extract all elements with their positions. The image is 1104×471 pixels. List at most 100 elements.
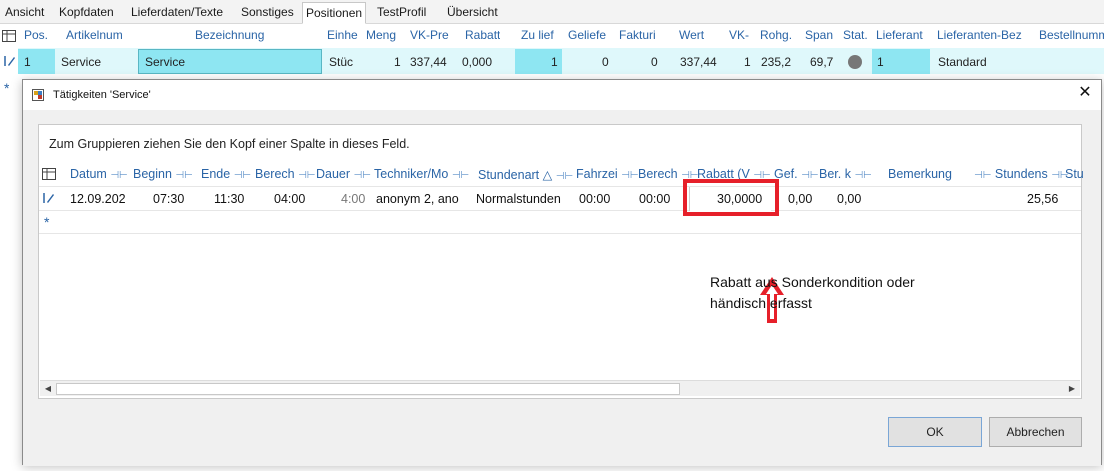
cell-dauer[interactable]: 4:00	[341, 192, 365, 206]
status-indicator-icon	[848, 55, 862, 69]
col-header-geliefert[interactable]: Geliefe	[568, 28, 606, 42]
col-header-vk[interactable]: VK-	[729, 28, 749, 42]
cell-vk-preis[interactable]: 337,44	[410, 55, 447, 69]
dialog-title: Tätigkeiten 'Service'	[53, 89, 151, 101]
grid-settings-icon[interactable]	[42, 168, 56, 180]
cell-berechnet-2[interactable]: 00:00	[639, 192, 670, 206]
scrollbar-thumb[interactable]	[56, 383, 680, 395]
col-header-zu-liefern[interactable]: Zu lief	[521, 28, 554, 42]
cell-einheit[interactable]: Stüc	[329, 55, 353, 69]
cell-techniker[interactable]: anonym 2, ano	[376, 192, 459, 206]
dialog-title-bar: Tätigkeiten 'Service' ✕	[23, 80, 1101, 110]
close-icon[interactable]: ✕	[1077, 85, 1093, 102]
col-header-pos[interactable]: Pos.	[24, 28, 48, 42]
cell-ber-km[interactable]: 0,00	[837, 192, 861, 206]
cell-lieferant[interactable]: 1	[877, 55, 884, 69]
tab-kopfdaten[interactable]: Kopfdaten	[56, 2, 117, 24]
col-header-datum[interactable]: Datum ⊣⊢	[70, 167, 128, 181]
cell-pos[interactable]: 1	[24, 55, 31, 69]
col-header-fahrzeit[interactable]: Fahrzei ⊣⊢	[576, 167, 639, 181]
col-header-lieferant[interactable]: Lieferant	[876, 28, 923, 42]
horizontal-scrollbar[interactable]: ◀ ▶	[40, 380, 1080, 396]
taetigkeit-row[interactable]: 12.09.202 07:30 11:30 04:00 4:00 anonym …	[39, 179, 1081, 216]
cell-fahrzeit[interactable]: 00:00	[579, 192, 610, 206]
cell-gefahren[interactable]: 0,00	[788, 192, 812, 206]
annotation-line-2: händisch erfasst	[710, 295, 812, 311]
cell-stundensatz[interactable]: 25,56	[1027, 192, 1058, 206]
scroll-right-icon[interactable]: ▶	[1065, 382, 1079, 395]
col-header-berechnet[interactable]: Berech ⊣⊢	[255, 167, 316, 181]
col-header-stundensatz[interactable]: ⊣⊢ Stundens ⊣⊢	[974, 167, 1069, 181]
col-header-artikelnummer[interactable]: Artikelnum	[66, 28, 123, 42]
col-header-bezeichnung[interactable]: Bezeichnung	[195, 28, 264, 42]
tab-uebersicht[interactable]: Übersicht	[444, 2, 501, 24]
col-header-rabatt[interactable]: Rabatt	[465, 28, 500, 42]
cell-geliefert[interactable]: 0	[602, 55, 609, 69]
cell-rabatt[interactable]: 0,000	[462, 55, 492, 69]
pin-icon: ⊣⊢	[974, 170, 992, 181]
pin-icon: ⊣⊢	[451, 170, 470, 181]
tab-bar: Ansicht Kopfdaten Lieferdaten/Texte Sons…	[0, 0, 1104, 24]
col-header-wert[interactable]: Wert	[679, 28, 704, 42]
cell-stundenart[interactable]: Normalstunden	[476, 192, 561, 206]
group-by-hint[interactable]: Zum Gruppieren ziehen Sie den Kopf einer…	[49, 137, 410, 151]
dialog-body: Zum Gruppieren ziehen Sie den Kopf einer…	[23, 110, 1101, 466]
cell-artikelnummer[interactable]: Service	[61, 55, 101, 69]
pin-icon: ⊣⊢	[555, 171, 574, 182]
pin-icon: ⊣⊢	[298, 170, 316, 181]
col-header-einheit[interactable]: Einhe	[327, 28, 358, 42]
col-header-rohgewinn[interactable]: Rohg.	[760, 28, 792, 42]
sort-ascending-icon: △	[542, 168, 553, 182]
pin-icon: ⊣⊢	[801, 170, 819, 181]
col-header-menge[interactable]: Meng	[366, 28, 396, 42]
cell-rohgewinn[interactable]: 235,2	[761, 55, 791, 69]
pin-icon: ⊣⊢	[233, 170, 252, 181]
col-header-techniker[interactable]: Techniker/Mo ⊣⊢	[374, 167, 469, 181]
scroll-left-icon[interactable]: ◀	[41, 382, 55, 395]
new-row-marker[interactable]: *	[44, 214, 49, 230]
taetigkeiten-dialog: Tätigkeiten 'Service' ✕ Zum Gruppieren z…	[22, 79, 1102, 466]
edit-pencil-icon	[4, 56, 15, 66]
col-header-beginn[interactable]: Beginn ⊣⊢	[133, 167, 193, 181]
pin-icon: ⊣⊢	[854, 170, 872, 181]
cell-lieferanten-bez[interactable]: Standard	[938, 55, 987, 69]
col-header-bestellnummer[interactable]: Bestellnumm	[1039, 28, 1104, 42]
cell-datum[interactable]: 12.09.202	[70, 192, 126, 206]
tab-lieferdaten-texte[interactable]: Lieferdaten/Texte	[128, 2, 226, 24]
cancel-button[interactable]: Abbrechen	[989, 417, 1082, 447]
tab-testprofil[interactable]: TestProfil	[374, 2, 429, 24]
annotation-line-1: Rabatt aus Sonderkondition oder	[710, 274, 915, 290]
col-header-spanne[interactable]: Span	[805, 28, 833, 42]
tab-sonstiges[interactable]: Sonstiges	[238, 2, 297, 24]
cell-vk[interactable]: 1	[744, 55, 751, 69]
col-header-stu[interactable]: Stu	[1065, 167, 1084, 181]
taetigkeiten-grid: Zum Gruppieren ziehen Sie den Kopf einer…	[38, 124, 1084, 399]
tab-positionen[interactable]: Positionen	[302, 2, 367, 24]
cell-wert[interactable]: 337,44	[680, 55, 717, 69]
col-header-stundenart[interactable]: Stundenart △ ⊣⊢	[478, 167, 573, 182]
col-header-dauer[interactable]: Dauer ⊣⊢	[316, 167, 371, 181]
cell-bezeichnung[interactable]: Service	[145, 55, 185, 69]
col-header-gefahren[interactable]: Gef. ⊣⊢	[774, 167, 819, 181]
cell-beginn[interactable]: 07:30	[153, 192, 184, 206]
pin-icon: ⊣⊢	[621, 170, 639, 181]
cell-spanne[interactable]: 69,7	[810, 55, 833, 69]
col-header-lieferanten-bez[interactable]: Lieferanten-Bez	[937, 28, 1022, 42]
col-header-vk-preis[interactable]: VK-Pre	[410, 28, 449, 42]
col-header-bemerkung[interactable]: Bemerkung	[888, 167, 952, 181]
col-header-ende[interactable]: Ende ⊣⊢	[201, 167, 251, 181]
col-header-ber-km[interactable]: Ber. k ⊣⊢	[819, 167, 872, 181]
col-header-status[interactable]: Stat.	[843, 28, 868, 42]
cell-zu-liefern[interactable]: 1	[551, 55, 558, 69]
cell-fakturiert[interactable]: 0	[651, 55, 658, 69]
new-row[interactable]: *	[39, 211, 1081, 234]
ok-button[interactable]: OK	[888, 417, 982, 447]
cell-berechnet[interactable]: 04:00	[274, 192, 305, 206]
cell-ende[interactable]: 11:30	[214, 192, 244, 206]
grid-settings-icon[interactable]	[2, 30, 16, 42]
pin-icon: ⊣⊢	[353, 170, 371, 181]
tab-ansicht[interactable]: Ansicht	[2, 2, 47, 24]
cell-menge[interactable]: 1	[394, 55, 401, 69]
col-header-fakturiert[interactable]: Fakturi	[619, 28, 656, 42]
new-row-marker[interactable]: *	[4, 80, 9, 96]
